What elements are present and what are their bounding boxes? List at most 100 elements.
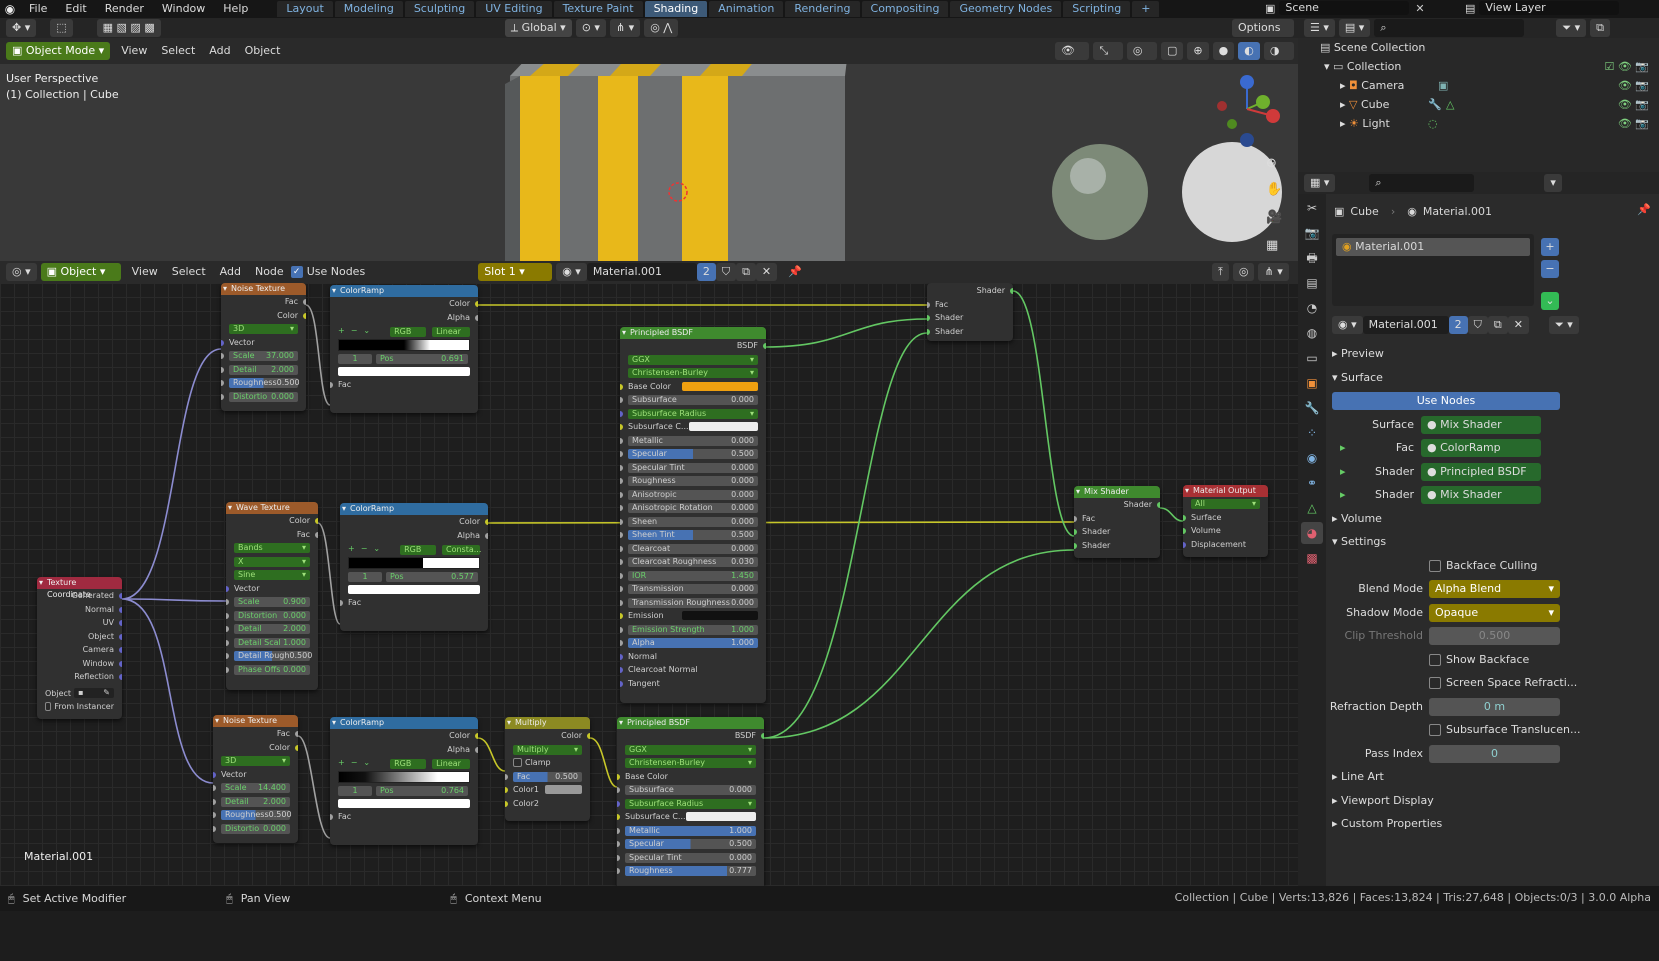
menu-select[interactable]: Select: [154, 42, 202, 60]
input-field[interactable]: Metallic 0.000: [628, 435, 758, 446]
data-tab-icon[interactable]: △: [1301, 497, 1323, 519]
socket[interactable]: [315, 531, 318, 538]
object-tab-icon[interactable]: ▣: [1301, 372, 1323, 394]
material-slot-list[interactable]: ◉ Material.001: [1332, 234, 1534, 306]
object-picker[interactable]: ▪ ✎: [74, 688, 114, 699]
overlay-node-icon[interactable]: ◎: [1232, 263, 1255, 281]
socket[interactable]: [303, 299, 306, 305]
material-output-node[interactable]: Material Output All▾ Surface Volume Disp…: [1183, 485, 1268, 557]
pan-hand-icon[interactable]: ✋: [1266, 182, 1282, 197]
socket[interactable]: [505, 800, 508, 807]
node-title[interactable]: ColorRamp: [330, 717, 478, 729]
scale-field[interactable]: Scale 37.000: [229, 351, 298, 361]
socket[interactable]: [620, 599, 623, 606]
input-field[interactable]: Metallic 1.000: [625, 825, 756, 836]
input-field[interactable]: Anisotropic Rotation 0.000: [628, 503, 758, 513]
tab-scripting[interactable]: Scripting: [1063, 1, 1131, 17]
outliner-item-camera[interactable]: ▸ ◘ Camera ▣ 👁 📷: [1298, 76, 1659, 95]
outliner-editor-type-button[interactable]: ☰ ▾: [1304, 19, 1335, 37]
proportional-icon[interactable]: ◎ ⋀: [644, 19, 679, 37]
expand-icon[interactable]: ▸: [1340, 98, 1349, 111]
socket[interactable]: [587, 733, 590, 739]
input-field[interactable]: Transmission 0.000: [628, 584, 758, 594]
socket[interactable]: [927, 328, 930, 335]
socket[interactable]: [315, 518, 318, 524]
expand-icon[interactable]: ▾: [1324, 60, 1333, 73]
tab-texture-paint[interactable]: Texture Paint: [553, 1, 643, 17]
tab-uv-editing[interactable]: UV Editing: [476, 1, 552, 17]
from-instancer-checkbox[interactable]: [45, 702, 52, 712]
socket[interactable]: [475, 301, 478, 307]
pass-index-field[interactable]: 0: [1429, 744, 1560, 763]
socket[interactable]: [330, 814, 333, 820]
socket[interactable]: [213, 798, 216, 805]
visibility-icons[interactable]: 👁 📷: [1618, 114, 1649, 133]
grid-view-icon[interactable]: ▦: [1266, 238, 1278, 253]
chevron-down-icon[interactable]: ⌄: [363, 324, 370, 338]
socket[interactable]: [295, 731, 298, 737]
physics-tab-icon[interactable]: ◉: [1301, 447, 1323, 469]
color-swatch[interactable]: [688, 422, 758, 432]
filter-icon[interactable]: ⏷ ▾: [1556, 19, 1587, 37]
custom-properties-panel-header[interactable]: ▸ Custom Properties: [1326, 812, 1659, 836]
socket[interactable]: [620, 383, 623, 390]
interpolation-dropdown[interactable]: Consta...: [442, 544, 481, 555]
view-layer-tab-icon[interactable]: ▤: [1301, 272, 1323, 294]
node-title[interactable]: ColorRamp: [340, 503, 488, 515]
input-field[interactable]: Roughness 0.777: [625, 866, 756, 876]
socket[interactable]: [617, 827, 620, 834]
menu-object[interactable]: Object: [238, 42, 288, 60]
socket[interactable]: [221, 366, 224, 373]
noise-texture-node-1[interactable]: Noise Texture Fac Color 3D▾ Vector Scale…: [221, 283, 306, 411]
distribution-dropdown[interactable]: GGX ▾: [625, 744, 756, 755]
pin-icon[interactable]: 📌: [781, 263, 809, 281]
xray-icon[interactable]: ▢: [1160, 42, 1184, 60]
settings-panel-header[interactable]: ▾ Settings: [1326, 530, 1659, 554]
detail-roughness-field[interactable]: Detail Rough 0.500: [234, 651, 312, 661]
stop-position-field[interactable]: Pos 0.764: [376, 785, 468, 796]
blend-type-dropdown[interactable]: Multiply ▾: [513, 744, 582, 755]
menu-view[interactable]: View: [114, 42, 154, 60]
orientation-dropdown[interactable]: ⟂ Global ▾: [504, 19, 572, 37]
pivot-icon[interactable]: ⊙ ▾: [575, 19, 606, 37]
visibility-icons[interactable]: 👁 📷: [1618, 76, 1649, 95]
material-users-count[interactable]: 2: [696, 263, 716, 281]
menu-file[interactable]: File: [20, 1, 56, 17]
wave-type-dropdown[interactable]: Bands ▾: [234, 543, 310, 553]
collection-visibility-icons[interactable]: ☑ 👁 📷: [1604, 57, 1649, 76]
chevron-down-icon[interactable]: ⌄: [373, 542, 380, 556]
socket[interactable]: [340, 600, 343, 606]
outliner-search-input[interactable]: ⌕: [1374, 19, 1525, 37]
node-title[interactable]: Noise Texture: [213, 715, 298, 727]
surface-panel-header[interactable]: ▾ Surface: [1326, 366, 1659, 390]
pin-icon[interactable]: 📌: [1637, 203, 1651, 216]
socket[interactable]: [620, 532, 623, 538]
socket[interactable]: [617, 814, 620, 820]
show-backface-checkbox[interactable]: [1429, 653, 1441, 666]
node-title[interactable]: Texture Coordinate: [37, 577, 122, 599]
material-name-field[interactable]: Material.001: [1362, 316, 1449, 334]
use-nodes-checkbox[interactable]: ✓: [290, 266, 303, 278]
node-title[interactable]: Wave Texture: [226, 502, 318, 514]
detail-field[interactable]: Detail 2.000: [221, 796, 290, 807]
properties-options-icon[interactable]: ▾: [1544, 174, 1562, 192]
node-menu-add[interactable]: Add: [213, 263, 248, 281]
slot-specials-button[interactable]: ⌄: [1541, 292, 1559, 310]
distortion-field[interactable]: Distortio 0.000: [221, 823, 290, 834]
constraints-tab-icon[interactable]: ⚭: [1301, 472, 1323, 494]
blend-mode-dropdown[interactable]: Alpha Blend ▾: [1429, 580, 1560, 598]
mix-shader-node-2[interactable]: Mix Shader Shader Fac Shader Shader: [1074, 486, 1160, 558]
socket[interactable]: [1074, 542, 1077, 549]
socket[interactable]: [1183, 528, 1186, 534]
material-slot-item[interactable]: ◉ Material.001: [1336, 238, 1530, 256]
remove-stop-icon[interactable]: −: [361, 542, 368, 556]
tab-shading[interactable]: Shading: [644, 1, 708, 17]
3d-viewport[interactable]: User Perspective (1) Collection | Cube ⊕…: [0, 64, 1300, 261]
stop-color-swatch[interactable]: [338, 798, 470, 808]
tab-sculpting[interactable]: Sculpting: [404, 1, 475, 17]
roughness-field[interactable]: Roughness 0.500: [221, 810, 292, 820]
scene-icon[interactable]: ▣: [1265, 2, 1275, 15]
stop-color-swatch[interactable]: [348, 584, 480, 594]
mix-shader-node-1[interactable]: Shader Fac Shader Shader: [927, 283, 1013, 341]
node-editor[interactable]: Noise Texture Fac Color 3D▾ Vector Scale…: [0, 283, 1298, 886]
